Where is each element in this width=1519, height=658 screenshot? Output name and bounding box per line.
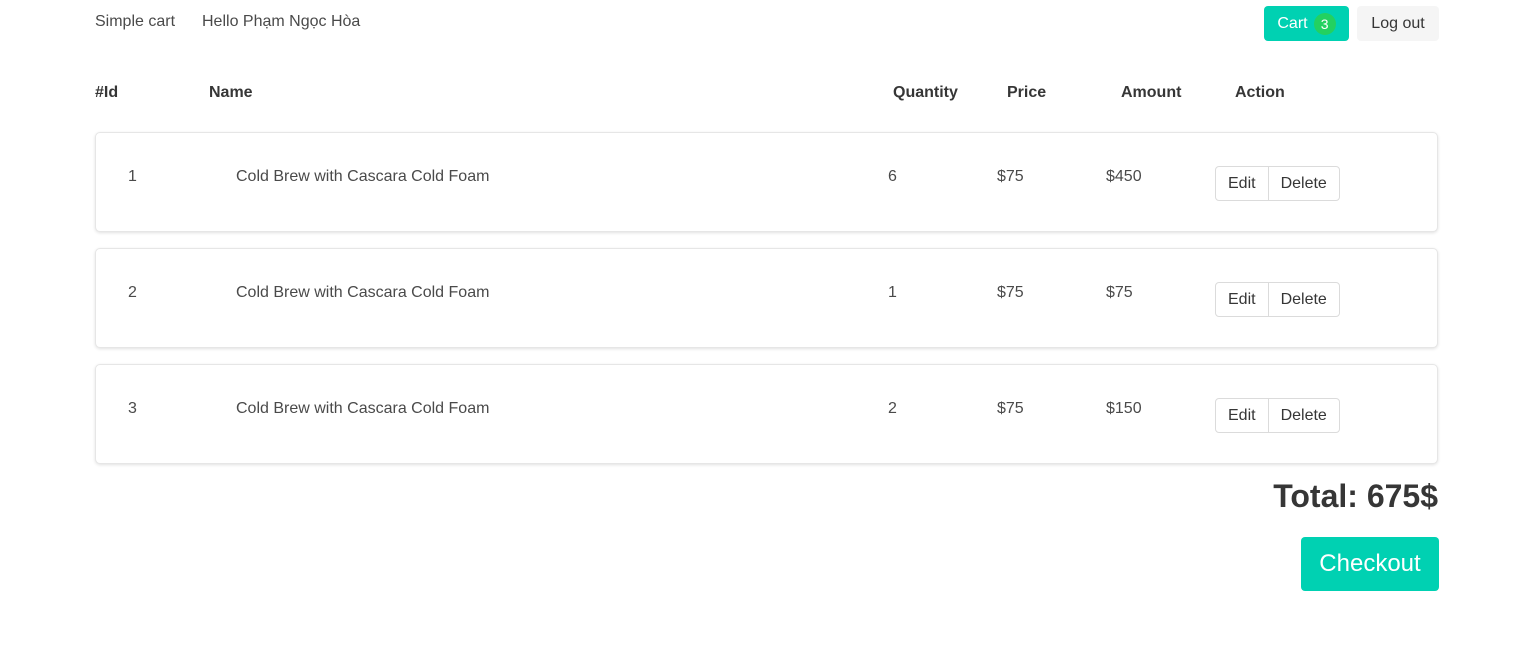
row-id: 1 xyxy=(128,168,137,185)
delete-button[interactable]: Delete xyxy=(1267,282,1340,317)
user-greeting: Hello Phạm Ngọc Hòa xyxy=(202,13,361,30)
cart-button-label: Cart xyxy=(1277,14,1308,32)
row-quantity: 2 xyxy=(888,400,897,417)
row-id: 3 xyxy=(128,400,137,417)
row-amount: $450 xyxy=(1106,168,1142,185)
header-price: Price xyxy=(1007,84,1047,101)
header-name: Name xyxy=(209,84,253,101)
navbar: Simple cart Hello Phạm Ngọc Hòa Cart 3 L… xyxy=(0,0,1519,46)
table-row: 1 Cold Brew with Cascara Cold Foam 6 $75… xyxy=(95,132,1438,232)
edit-button[interactable]: Edit xyxy=(1215,166,1269,201)
row-name: Cold Brew with Cascara Cold Foam xyxy=(236,400,490,417)
cart-button[interactable]: Cart 3 xyxy=(1264,6,1349,41)
logout-button[interactable]: Log out xyxy=(1357,6,1439,41)
brand-title[interactable]: Simple cart xyxy=(95,13,175,31)
row-amount: $75 xyxy=(1106,284,1133,301)
header-action: Action xyxy=(1235,84,1285,101)
edit-button[interactable]: Edit xyxy=(1215,282,1269,317)
cart-total: Total: 675$ xyxy=(1273,478,1438,514)
row-actions: Edit Delete xyxy=(1215,166,1340,201)
delete-button[interactable]: Delete xyxy=(1267,398,1340,433)
header-id: #Id xyxy=(95,84,119,101)
row-price: $75 xyxy=(997,168,1024,185)
header-amount: Amount xyxy=(1121,84,1182,101)
edit-button[interactable]: Edit xyxy=(1215,398,1269,433)
row-id: 2 xyxy=(128,284,137,301)
row-amount: $150 xyxy=(1106,400,1142,417)
table-row: 3 Cold Brew with Cascara Cold Foam 2 $75… xyxy=(95,364,1438,464)
header-quantity: Quantity xyxy=(893,84,958,101)
row-price: $75 xyxy=(997,284,1024,301)
row-quantity: 6 xyxy=(888,168,897,185)
row-price: $75 xyxy=(997,400,1024,417)
row-actions: Edit Delete xyxy=(1215,398,1340,433)
row-name: Cold Brew with Cascara Cold Foam xyxy=(236,168,490,185)
row-name: Cold Brew with Cascara Cold Foam xyxy=(236,284,490,301)
checkout-button[interactable]: Checkout xyxy=(1301,537,1439,591)
delete-button[interactable]: Delete xyxy=(1267,166,1340,201)
row-actions: Edit Delete xyxy=(1215,282,1340,317)
cart-count-badge: 3 xyxy=(1313,12,1336,35)
row-quantity: 1 xyxy=(888,284,897,301)
table-row: 2 Cold Brew with Cascara Cold Foam 1 $75… xyxy=(95,248,1438,348)
